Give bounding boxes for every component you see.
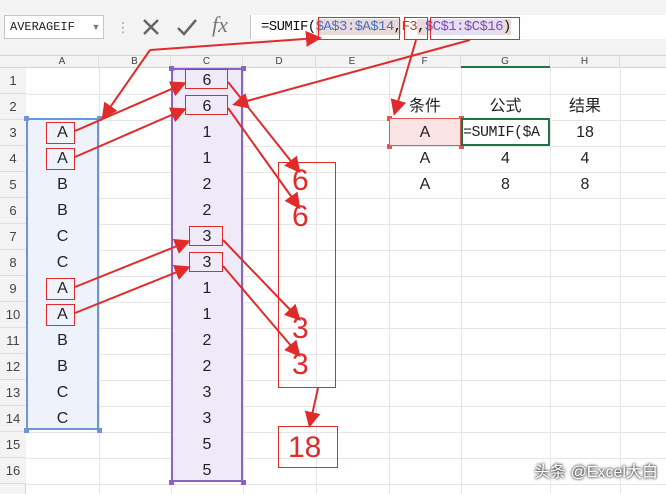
grid-line [26, 198, 666, 199]
cell-a14[interactable]: C [26, 406, 99, 432]
cell-c16[interactable]: 5 [171, 458, 243, 484]
grid-line [26, 328, 666, 329]
grid-line [620, 68, 621, 494]
column-header-f[interactable]: F [389, 56, 461, 68]
watermark: 头条 @Excel大白 [534, 464, 658, 481]
column-header-h[interactable]: H [550, 56, 620, 68]
highlight-box [318, 17, 400, 40]
table-cell[interactable]: 4 [461, 146, 550, 172]
cell-c4[interactable]: 1 [171, 146, 243, 172]
table-cell[interactable]: A [389, 172, 461, 198]
annotation-value: 6 [292, 164, 309, 197]
highlight-box [185, 95, 228, 115]
annotation-value: 3 [292, 348, 309, 381]
row-header-7[interactable]: 7 [0, 224, 26, 250]
annotation-value: 6 [292, 200, 309, 233]
table-cell[interactable]: 8 [550, 172, 620, 198]
column-header-c[interactable]: C [171, 56, 243, 68]
cell-c12[interactable]: 2 [171, 354, 243, 380]
highlight-box [185, 69, 228, 89]
row-header-3[interactable]: 3 [0, 120, 26, 146]
grid-line [26, 224, 666, 225]
close-icon [143, 19, 159, 35]
cell-c13[interactable]: 3 [171, 380, 243, 406]
grid-line [26, 302, 666, 303]
highlight-box [189, 226, 223, 246]
cell-a13[interactable]: C [26, 380, 99, 406]
cell-a11[interactable]: B [26, 328, 99, 354]
row-header-4[interactable]: 4 [0, 146, 26, 172]
table-cell[interactable]: =SUMIF($A [461, 120, 550, 146]
chevron-down-icon[interactable]: ▼ [88, 15, 104, 39]
row-header-10[interactable]: 10 [0, 302, 26, 328]
row-header-16[interactable]: 16 [0, 458, 26, 484]
cell-c3[interactable]: 1 [171, 120, 243, 146]
row-header-12[interactable]: 12 [0, 354, 26, 380]
highlight-box [404, 17, 428, 40]
row-header-14[interactable]: 14 [0, 406, 26, 432]
cell-a6[interactable]: B [26, 198, 99, 224]
grid-line [26, 432, 666, 433]
row-header-6[interactable]: 6 [0, 198, 26, 224]
more-options-icon[interactable]: ⋮ [116, 15, 130, 39]
highlight-box [189, 252, 223, 272]
formula-token: =SUMIF( [261, 19, 316, 35]
column-header-d[interactable]: D [243, 56, 316, 68]
row-header-1[interactable]: 1 [0, 68, 26, 94]
grid-line [26, 250, 666, 251]
table-cell[interactable]: 18 [550, 120, 620, 146]
row-header-9[interactable]: 9 [0, 276, 26, 302]
grid-line [26, 380, 666, 381]
cell-a7[interactable]: C [26, 224, 99, 250]
row-header-15[interactable]: 15 [0, 432, 26, 458]
table-header: 条件 [408, 98, 441, 115]
table-cell[interactable]: 8 [461, 172, 550, 198]
table-cell[interactable]: A [389, 146, 461, 172]
insert-function-button[interactable]: fx [212, 12, 228, 38]
row-header-11[interactable]: 11 [0, 328, 26, 354]
cell-c15[interactable]: 5 [171, 432, 243, 458]
highlight-box [46, 278, 75, 300]
cancel-button[interactable] [138, 14, 164, 40]
cell-c6[interactable]: 2 [171, 198, 243, 224]
cell-c5[interactable]: 2 [171, 172, 243, 198]
highlight-box [46, 148, 75, 170]
row-header-5[interactable]: 5 [0, 172, 26, 198]
grid-line [243, 68, 244, 494]
cell-c11[interactable]: 2 [171, 328, 243, 354]
grid-line [26, 484, 666, 485]
table-cell[interactable]: 4 [550, 146, 620, 172]
grid-line [26, 276, 666, 277]
column-header-e[interactable]: E [316, 56, 389, 68]
cell-a8[interactable]: C [26, 250, 99, 276]
highlight-box [430, 17, 520, 40]
table-header: 结果 [568, 98, 601, 115]
highlight-box [46, 122, 75, 144]
column-header-b[interactable]: B [99, 56, 171, 68]
active-column-indicator [461, 66, 550, 68]
row-header-2[interactable]: 2 [0, 94, 26, 120]
annotation-total: 18 [288, 431, 322, 464]
check-icon [177, 19, 197, 36]
row-header-8[interactable]: 8 [0, 250, 26, 276]
cell-a5[interactable]: B [26, 172, 99, 198]
highlight-box [46, 304, 75, 326]
grid-line [26, 406, 666, 407]
cell-c9[interactable]: 1 [171, 276, 243, 302]
cell-c14[interactable]: 3 [171, 406, 243, 432]
cell-c10[interactable]: 1 [171, 302, 243, 328]
column-header-a[interactable]: A [26, 56, 99, 68]
table-cell[interactable]: A [389, 120, 461, 146]
annotation-value: 3 [292, 312, 309, 345]
row-header-13[interactable]: 13 [0, 380, 26, 406]
table-header: 公式 [489, 98, 522, 115]
grid-line [26, 354, 666, 355]
cell-a12[interactable]: B [26, 354, 99, 380]
enter-button[interactable] [174, 14, 200, 40]
